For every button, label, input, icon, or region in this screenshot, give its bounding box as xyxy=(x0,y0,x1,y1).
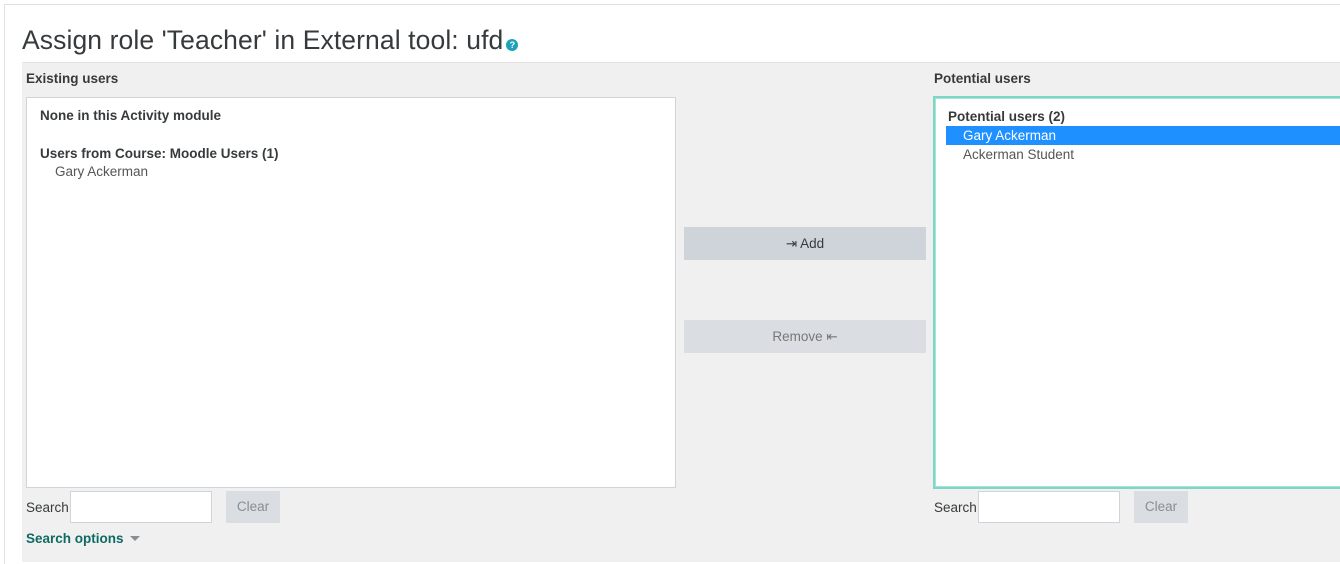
potential-user-option-selected[interactable]: Gary Ackerman xyxy=(946,126,1340,145)
existing-users-label: Existing users xyxy=(26,71,119,86)
potential-search-input[interactable] xyxy=(978,491,1120,523)
caret-down-icon xyxy=(129,536,140,541)
potential-group-label: Potential users (2) xyxy=(948,109,1066,124)
remove-button[interactable]: Remove ⇤ xyxy=(684,320,926,353)
potential-user-option[interactable]: Ackerman Student xyxy=(935,145,1340,164)
existing-group-label: None in this Activity module xyxy=(40,108,222,123)
page-title: Assign role 'Teacher' in External tool: … xyxy=(22,25,519,56)
help-icon[interactable]: ? xyxy=(506,39,519,51)
existing-user-option[interactable]: Gary Ackerman xyxy=(27,162,675,181)
potential-users-label: Potential users xyxy=(934,71,1031,86)
existing-search-input[interactable] xyxy=(70,491,212,523)
existing-clear-button[interactable]: Clear xyxy=(226,491,280,523)
existing-search-label: Search xyxy=(26,500,69,515)
potential-search-label: Search xyxy=(934,500,977,515)
page-title-text: Assign role 'Teacher' in External tool: … xyxy=(22,25,504,55)
add-button[interactable]: ⇥ Add xyxy=(684,227,926,260)
existing-group-label: Users from Course: Moodle Users (1) xyxy=(40,146,279,161)
search-options-toggle[interactable]: Search options xyxy=(26,531,140,546)
potential-users-list[interactable]: Potential users (2) Gary Ackerman Ackerm… xyxy=(933,96,1340,489)
potential-clear-button[interactable]: Clear xyxy=(1134,491,1188,523)
search-options-label: Search options xyxy=(26,531,124,546)
existing-users-list[interactable]: None in this Activity module Users from … xyxy=(26,97,676,488)
